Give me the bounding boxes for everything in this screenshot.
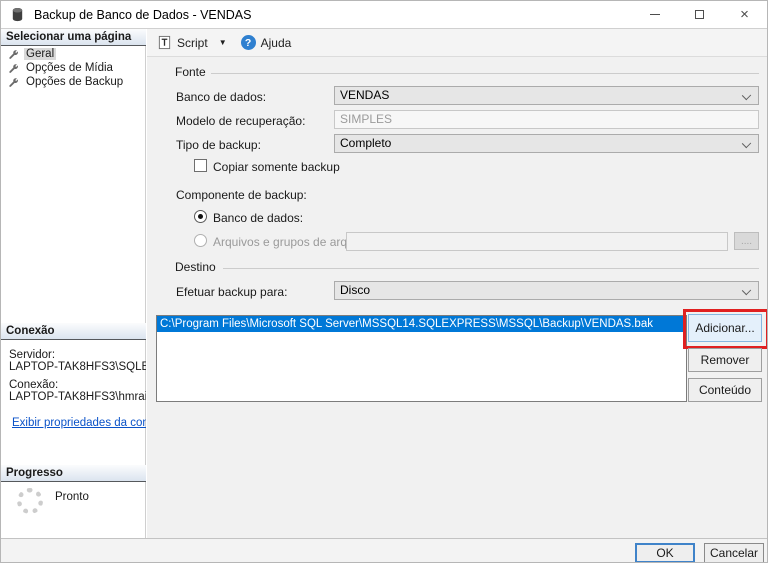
help-icon: ?	[240, 35, 256, 50]
maximize-button[interactable]	[677, 1, 722, 28]
backup-component-label: Componente de backup:	[176, 188, 307, 202]
ok-button[interactable]: OK	[635, 543, 695, 562]
progress-status: Pronto	[55, 491, 89, 503]
maximize-icon	[695, 10, 704, 19]
select-page-header: Selecionar uma página	[1, 29, 146, 46]
backup-destinations-listbox[interactable]: C:\Program Files\Microsoft SQL Server\MS…	[156, 315, 687, 402]
sidebar-item-label: Geral	[24, 48, 57, 60]
remove-button[interactable]: Remover	[688, 348, 762, 372]
help-label: Ajuda	[260, 35, 292, 50]
wrench-icon	[9, 63, 18, 73]
chevron-down-icon	[741, 138, 752, 149]
dialog-footer: OK Cancelar	[1, 538, 767, 562]
script-dropdown-icon[interactable]: ▼	[219, 38, 227, 47]
database-radio[interactable]	[194, 210, 207, 223]
database-icon	[12, 7, 23, 22]
minimize-button[interactable]	[632, 1, 677, 28]
sidebar-item-opcoes-de-backup[interactable]: Opções de Backup	[1, 75, 146, 89]
recovery-model-field: SIMPLES	[334, 110, 759, 129]
backup-to-combobox-value: Disco	[340, 283, 371, 297]
backup-type-combobox-value: Completo	[340, 136, 392, 150]
server-value: LAPTOP-TAK8HFS3\SQLEXPRESS	[9, 361, 146, 373]
copy-only-label: Copiar somente backup	[213, 160, 340, 174]
server-label: Servidor:	[9, 349, 56, 361]
browse-button: ....	[734, 232, 759, 250]
source-group-title: Fonte	[175, 65, 210, 79]
database-label: Banco de dados:	[176, 90, 267, 104]
database-radio-label: Banco de dados:	[213, 211, 304, 225]
general-page-panel: Fonte Banco de dados: VENDAS Modelo de r…	[147, 57, 767, 538]
sidebar: Selecionar uma página Geral Opções de Mí…	[1, 29, 146, 538]
close-button[interactable]: ×	[722, 1, 767, 28]
backup-type-combobox[interactable]: Completo	[334, 134, 759, 153]
database-combobox[interactable]: VENDAS	[334, 86, 759, 105]
backup-type-label: Tipo de backup:	[176, 138, 261, 152]
help-button[interactable]: ? Ajuda	[237, 32, 296, 54]
cancel-button[interactable]: Cancelar	[704, 543, 764, 562]
wrench-icon	[9, 77, 18, 87]
script-button[interactable]: Script	[153, 32, 212, 54]
sidebar-item-opcoes-de-midia[interactable]: Opções de Mídia	[1, 61, 146, 75]
page-nav: Geral Opções de Mídia Opções de Backup	[1, 47, 146, 89]
dialog-toolbar: Script ▼ ? Ajuda	[147, 29, 767, 57]
progress-section: Progresso Pronto	[1, 465, 146, 514]
destination-group-title: Destino	[175, 260, 220, 274]
sidebar-item-label: Opções de Backup	[26, 76, 124, 88]
chevron-down-icon	[741, 90, 752, 101]
backup-to-label: Efetuar backup para:	[176, 285, 288, 299]
files-filegroups-radio	[194, 234, 207, 247]
connection-value: LAPTOP-TAK8HFS3\hmrai	[9, 391, 146, 403]
window-title: Backup de Banco de Dados - VENDAS	[34, 7, 252, 22]
script-icon	[158, 35, 171, 50]
script-label: Script	[177, 35, 208, 50]
connection-section: Conexão Servidor: LAPTOP-TAK8HFS3\SQLEXP…	[1, 323, 146, 429]
database-combobox-value: VENDAS	[340, 88, 390, 102]
chevron-down-icon	[741, 285, 752, 296]
title-bar: Backup de Banco de Dados - VENDAS ×	[1, 1, 767, 29]
recovery-model-label: Modelo de recuperação:	[176, 114, 306, 128]
connection-label: Conexão:	[9, 379, 59, 391]
minimize-icon	[649, 14, 660, 15]
backup-to-combobox[interactable]: Disco	[334, 281, 759, 300]
sidebar-item-geral[interactable]: Geral	[1, 47, 146, 61]
destination-group-line	[223, 268, 759, 269]
wrench-icon	[9, 49, 18, 59]
view-connection-properties-link[interactable]: Exibir propriedades da conexão	[12, 417, 146, 429]
files-filegroups-field	[346, 232, 728, 251]
sidebar-item-label: Opções de Mídia	[26, 62, 113, 74]
progress-spinner-icon	[17, 488, 43, 514]
recovery-model-value: SIMPLES	[340, 112, 393, 126]
backup-database-dialog: Backup de Banco de Dados - VENDAS × Sele…	[0, 0, 768, 563]
source-group-line	[211, 73, 759, 74]
copy-only-checkbox[interactable]	[194, 159, 207, 172]
connection-header: Conexão	[1, 323, 146, 340]
backup-path-row[interactable]: C:\Program Files\Microsoft SQL Server\MS…	[157, 316, 686, 332]
contents-button[interactable]: Conteúdo	[688, 378, 762, 402]
close-icon: ×	[740, 6, 749, 23]
add-button[interactable]: Adicionar...	[688, 314, 762, 342]
progress-header: Progresso	[1, 465, 146, 482]
